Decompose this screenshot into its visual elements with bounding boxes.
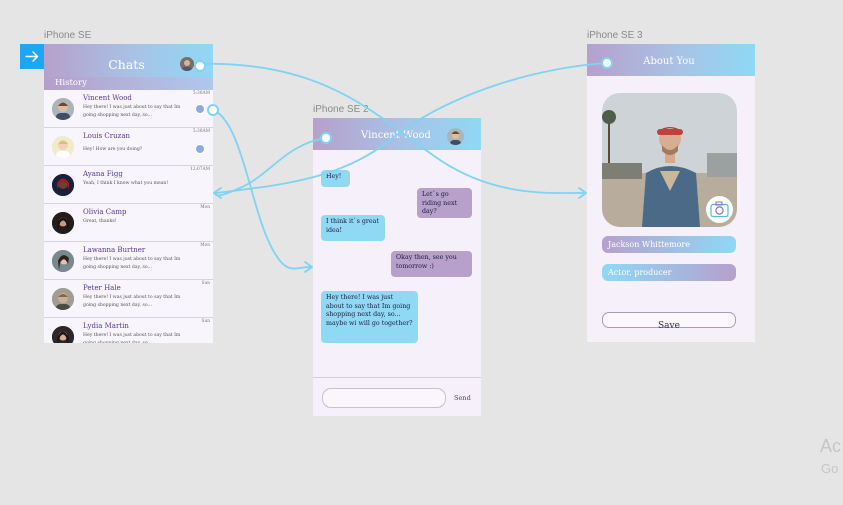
connection-row-to-chat (212, 109, 312, 270)
connection-handle[interactable] (320, 132, 332, 144)
connection-avatar-to-about (197, 63, 585, 194)
connection-handle[interactable] (207, 104, 219, 116)
watermark-line2: Go (821, 461, 839, 476)
connection-handle[interactable] (601, 57, 613, 69)
prototype-connections (197, 62, 606, 273)
connection-back-to-chats (213, 137, 326, 197)
connection-handle[interactable] (194, 60, 206, 72)
connection-about-back-to-chats (215, 62, 606, 194)
watermark-line1: Ac (820, 436, 842, 456)
